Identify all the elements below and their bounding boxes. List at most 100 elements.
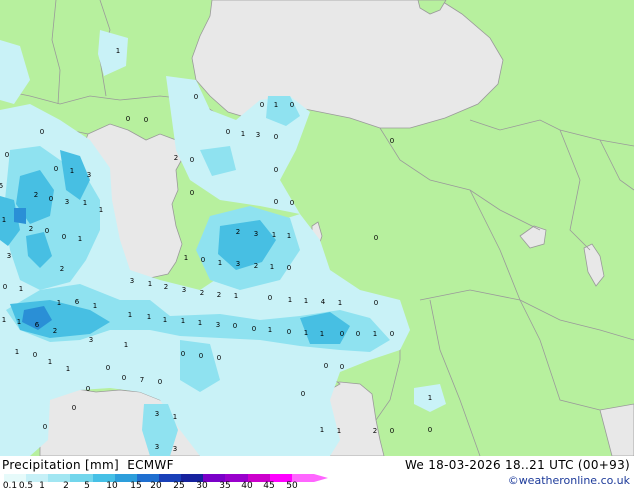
precip-value-label: 0 (126, 115, 130, 123)
model-label: ECMWF (127, 458, 174, 472)
precip-value-label: 1 (268, 326, 272, 334)
precip-value-label: 0 (144, 116, 148, 124)
precip-value-label: 0 (233, 322, 237, 330)
precip-value-label: 1 (128, 311, 132, 319)
precip-value-label: 3 (256, 131, 260, 139)
precip-value-label: 6 (35, 321, 40, 329)
precip-value-label: 7 (140, 376, 144, 384)
precip-value-label: 1 (241, 130, 245, 138)
precip-value-label: 1 (218, 259, 222, 267)
precip-value-label: 0 (33, 351, 37, 359)
precip-value-label: 3 (254, 230, 258, 238)
precip-value-label: 1 (148, 280, 152, 288)
precip-value-label: 0 (324, 362, 328, 370)
precip-value-label: 0 (356, 330, 360, 338)
precip-value-label: 1 (287, 232, 291, 240)
precip-value-label: 1 (99, 206, 103, 214)
precip-value-label: 1 (270, 263, 274, 271)
precip-value-label: 0 (374, 234, 378, 242)
precip-value-label: 1 (2, 316, 6, 324)
precip-value-label: 1 (57, 299, 61, 307)
precip-value-label: 2 (53, 327, 57, 335)
precip-value-label: 1 (428, 394, 432, 402)
precip-value-label: 1 (173, 413, 177, 421)
precip-value-label: 0 (374, 299, 378, 307)
precip-value-label: 1 (66, 365, 70, 373)
precip-value-label: 1 (274, 101, 278, 109)
valid-time: We 18-03-2026 18..21 UTC (00+93) (404, 458, 630, 472)
precip-value-label: 0 (158, 378, 162, 386)
precip-value-label: 3 (182, 286, 186, 294)
precip-value-label: 1 (147, 313, 151, 321)
precip-value-label: 0 (274, 198, 278, 206)
precip-value-label: 1 (19, 285, 23, 293)
precip-value-label: 2 (34, 191, 38, 199)
precip-value-label: 1 (70, 167, 74, 175)
precip-value-label: 3 (65, 198, 69, 206)
precip-value-label: 1 (373, 330, 377, 338)
precip-value-label: 1 (320, 426, 324, 434)
precip-value-label: 1 (15, 348, 19, 356)
precip-value-label: 1 (48, 358, 52, 366)
precip-value-label: 0 (201, 256, 205, 264)
precip-value-label: 3 (173, 445, 177, 453)
variable-title: Precipitation [mm] ECMWF (2, 458, 174, 472)
precip-value-label: 1 (272, 231, 276, 239)
precip-value-label: 0 (301, 390, 305, 398)
precip-value-label: 0 (390, 427, 394, 435)
precip-value-label: 0 (390, 137, 394, 145)
precip-value-label: 0 (287, 264, 291, 272)
precip-value-label: 0 (40, 128, 44, 136)
precip-value-label: 0 (290, 101, 294, 109)
variable-label: Precipitation [mm] (2, 458, 119, 472)
precip-value-label: 0 (122, 374, 126, 382)
precip-value-label: 0 (252, 325, 256, 333)
precip-value-label: 1 (124, 341, 128, 349)
precip-value-label: 6 (75, 298, 80, 306)
precip-value-label: 1 (304, 297, 308, 305)
precip-value-label: 0 (62, 233, 66, 241)
precip-value-label: 3 (89, 336, 93, 344)
precip-value-label: 0 (268, 294, 272, 302)
color-legend-bar (4, 474, 334, 482)
precip-value-label: 2 (29, 225, 33, 233)
precip-value-label: 3 (7, 252, 11, 260)
precip-value-label: 4 (321, 298, 326, 306)
precip-value-label: 0 (340, 330, 344, 338)
map-footer: Precipitation [mm] ECMWF We 18-03-2026 1… (0, 456, 634, 491)
precip-value-label: 1 (163, 316, 167, 324)
precip-value-label: 1 (184, 254, 188, 262)
precip-value-label: 0 (194, 93, 198, 101)
precip-value-label: 1 (17, 318, 21, 326)
precip-value-label: 3 (130, 277, 134, 285)
precip-value-label: 5 (0, 182, 3, 190)
precip-value-label: 0 (43, 423, 47, 431)
precip-value-label: 1 (181, 317, 185, 325)
precip-value-label: 2 (174, 154, 178, 162)
precip-value-label: 0 (226, 128, 230, 136)
credit-link[interactable]: ©weatheronline.co.uk (508, 474, 630, 487)
precip-value-label: 3 (236, 260, 240, 268)
precip-value-label: 0 (190, 189, 194, 197)
precip-value-label: 2 (217, 291, 221, 299)
precip-value-label: 1 (198, 319, 202, 327)
precip-value-label: 0 (106, 364, 110, 372)
precip-value-label: 3 (87, 171, 91, 179)
precip-value-label: 0 (190, 156, 194, 164)
precip-value-label: 0 (340, 363, 344, 371)
precip-value-label: 0 (86, 385, 90, 393)
legend-arrow (314, 474, 328, 482)
weather-map: 1 0 0 1 0 0 0 0 0 1 3 0 0 0 2 0 0 1 3 0 5 2 0 3 1 0 0 0 1 1 2 0 0 1 2 3 1 1 0 3… (0, 0, 634, 456)
precip-value-label: 1 (337, 427, 341, 435)
precip-value-label: 0 (45, 227, 49, 235)
precip-value-label: 2 (254, 262, 258, 270)
precip-value-label: 2 (200, 289, 204, 297)
precip-value-label: 3 (155, 410, 159, 418)
precip-value-label: 1 (2, 216, 6, 224)
black-sea (191, 0, 504, 129)
precip-value-label: 2 (236, 228, 240, 236)
precip-value-label: 2 (60, 265, 64, 273)
precip-value-label: 0 (260, 101, 264, 109)
precip-value-label: 3 (155, 443, 159, 451)
precip-value-label: 1 (234, 292, 238, 300)
